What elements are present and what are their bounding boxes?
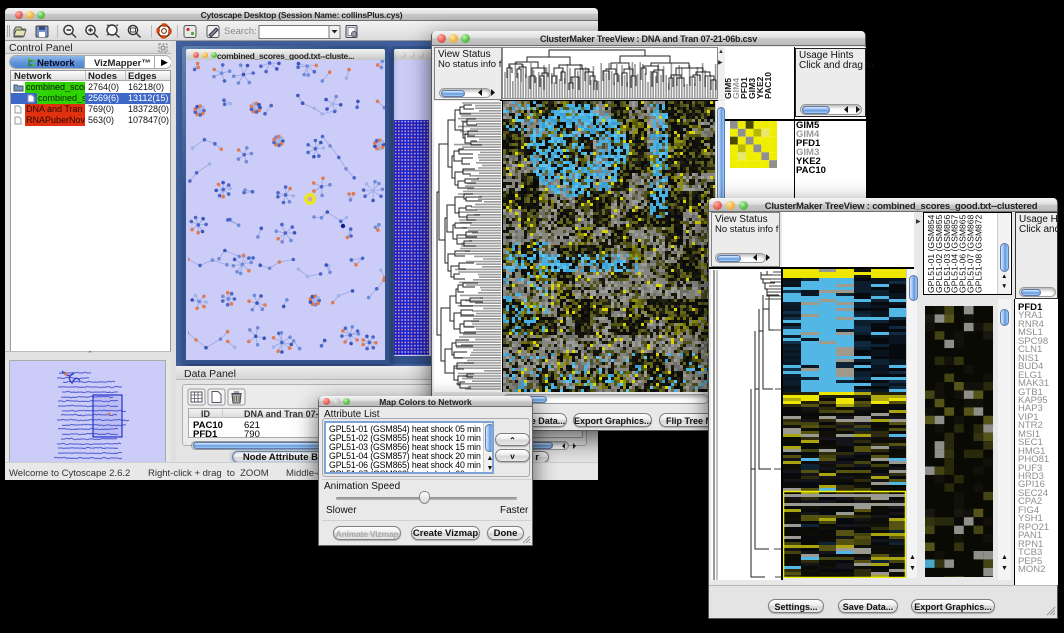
svg-text:GPL51-08 (GSM872: GPL51-08 (GSM872 — [973, 214, 983, 293]
svg-text:Search:: Search: — [224, 26, 257, 37]
svg-text:PAC10: PAC10 — [763, 72, 773, 99]
